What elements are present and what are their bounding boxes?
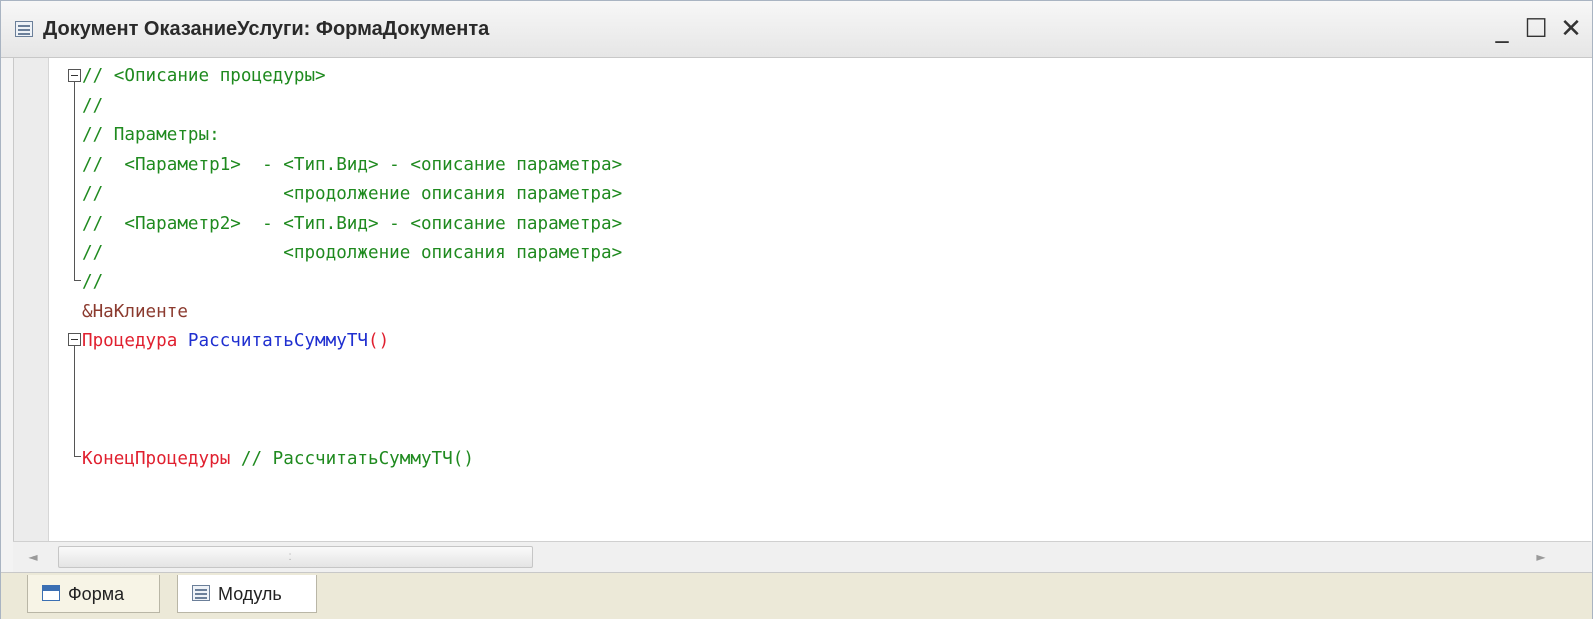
fold-toggle-icon[interactable]	[68, 333, 81, 346]
fold-guide-line	[74, 346, 75, 456]
code-line: //	[82, 96, 104, 116]
end-comment: // РассчитатьСуммуТЧ()	[230, 449, 474, 469]
code-line: // <продолжение описания параметра>	[82, 243, 623, 263]
tab-form-label: Форма	[68, 584, 125, 604]
code-line: // <Описание процедуры>	[82, 66, 326, 86]
code-editor[interactable]: // <Описание процедуры> // // Параметры:…	[13, 58, 1592, 541]
code-line: // Параметры:	[82, 125, 220, 145]
minimize-button[interactable]: _	[1487, 11, 1517, 47]
tab-form[interactable]: Форма	[27, 575, 160, 613]
fold-toggle-icon[interactable]	[68, 69, 81, 82]
grip-icon: ⁚	[288, 552, 292, 562]
code-line-end-procedure: КонецПроцедуры // РассчитатьСуммуТЧ()	[82, 444, 474, 474]
fold-guide-end	[74, 280, 81, 281]
procedure-parens: ()	[368, 331, 390, 351]
scrollbar-thumb[interactable]: ⁚	[58, 546, 533, 568]
fold-guide-end	[74, 456, 81, 457]
tab-module-label: Модуль	[218, 584, 282, 604]
tab-module[interactable]: Модуль	[177, 575, 317, 613]
tab-bar: Форма Модуль	[1, 572, 1592, 619]
fold-guide-line	[74, 82, 75, 280]
scroll-right-icon[interactable]: ►	[1531, 547, 1551, 567]
module-icon	[192, 585, 210, 601]
horizontal-scrollbar[interactable]: ◄ ⁚ ►	[13, 541, 1591, 572]
keyword-end-procedure: КонецПроцедуры	[82, 449, 231, 469]
window-title: Документ ОказаниеУслуги: ФормаДокумента	[43, 18, 490, 40]
keyword-procedure: Процедура	[82, 331, 178, 351]
code-line: // <Параметр1> - <Тип.Вид> - <описание п…	[82, 155, 623, 175]
editor-gutter	[14, 58, 49, 541]
module-icon	[15, 21, 33, 37]
procedure-name: РассчитатьСуммуТЧ	[177, 331, 369, 351]
code-line: // <Параметр2> - <Тип.Вид> - <описание п…	[82, 214, 623, 234]
code-line: // <продолжение описания параметра>	[82, 184, 623, 204]
title-bar[interactable]: Документ ОказаниеУслуги: ФормаДокумента …	[1, 1, 1592, 58]
close-button[interactable]: ✕	[1556, 11, 1586, 47]
code-line: //	[82, 272, 104, 292]
scroll-left-icon[interactable]: ◄	[23, 547, 43, 567]
code-line-directive: &НаКлиенте	[82, 302, 188, 322]
form-icon	[42, 585, 60, 601]
code-line-procedure: Процедура РассчитатьСуммуТЧ()	[82, 326, 389, 356]
module-window: Документ ОказаниеУслуги: ФормаДокумента …	[0, 0, 1593, 619]
maximize-button[interactable]: ☐	[1521, 11, 1551, 47]
